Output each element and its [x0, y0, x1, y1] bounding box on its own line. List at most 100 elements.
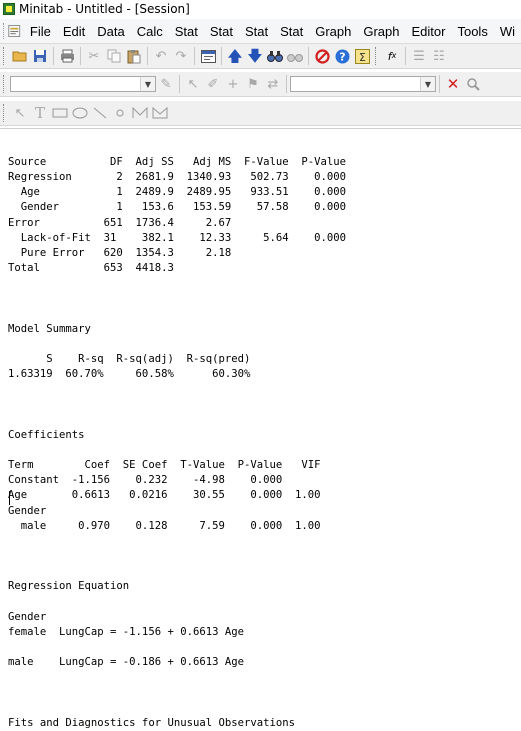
menu-stat-4[interactable]: Stat [274, 24, 309, 39]
menu-editor[interactable]: Editor [406, 24, 452, 39]
session-output: Source DF Adj SS Adj MS F-Value P-Value … [8, 155, 346, 731]
ellipse-tool-icon[interactable] [70, 103, 90, 123]
line-tool-icon[interactable] [90, 103, 110, 123]
svg-text:?: ? [339, 50, 345, 63]
svg-text:Σ: Σ [359, 51, 366, 64]
session-window-icon[interactable] [198, 46, 218, 66]
anova-row: Pure Error 620 1354.3 2.18 [8, 246, 232, 259]
menu-tools[interactable]: Tools [451, 24, 493, 39]
standard-toolbar: ✂ ↶ ↷ 🡅 🡇 ? Σ fx ☰ ☷ [0, 44, 521, 69]
delete-icon[interactable]: ✕ [443, 74, 463, 94]
redo-icon[interactable]: ↷ [171, 46, 191, 66]
toolbar-separator [308, 47, 309, 65]
find-icon[interactable] [265, 46, 285, 66]
session-window[interactable]: Source DF Adj SS Adj MS F-Value P-Value … [0, 128, 521, 729]
coefficients-title: Coefficients [8, 428, 85, 441]
tree2-icon[interactable]: ☷ [429, 46, 449, 66]
regression-equation-male: male LungCap = -0.186 + 0.6613 Age [8, 656, 244, 669]
minitab-app-icon [3, 3, 15, 15]
model-summary-header: S R-sq R-sq(adj) R-sq(pred) [8, 353, 251, 366]
sigma-icon[interactable]: Σ [352, 46, 372, 66]
toolbar-separator [194, 47, 195, 65]
coefficients-row: Constant -1.156 0.232 -4.98 0.000 [8, 474, 283, 487]
zoom-icon[interactable] [463, 74, 483, 94]
menu-graph[interactable]: Graph [309, 24, 357, 39]
fits-diagnostics-title: Fits and Diagnostics for Unusual Observa… [8, 716, 296, 729]
menu-graph-2[interactable]: Graph [357, 24, 405, 39]
toolbar-separator [53, 47, 54, 65]
select-tool-icon[interactable]: ↖ [10, 103, 30, 123]
cancel-icon[interactable] [312, 46, 332, 66]
coefficients-row: male 0.970 0.128 7.59 0.000 1.00 [8, 519, 321, 532]
menu-stat-3[interactable]: Stat [239, 24, 274, 39]
anova-row: Total 653 4418.3 [8, 262, 174, 275]
arrow-down-icon[interactable]: 🡇 [245, 46, 265, 66]
menu-stat-2[interactable]: Stat [204, 24, 239, 39]
regression-equation-female: female LungCap = -1.156 + 0.6613 Age [8, 625, 244, 638]
text-cursor [9, 491, 10, 505]
open-folder-icon[interactable] [10, 46, 30, 66]
undo-icon[interactable]: ↶ [151, 46, 171, 66]
paste-icon[interactable] [124, 46, 144, 66]
arrow-up-icon[interactable]: 🡅 [225, 46, 245, 66]
toolbar-separator [147, 47, 148, 65]
toolbar-separator [286, 75, 287, 93]
menu-file[interactable]: File [24, 24, 57, 39]
toolbar-grip [3, 75, 7, 93]
text-tool-icon[interactable]: T [30, 103, 50, 123]
polygon-tool-icon[interactable] [150, 103, 170, 123]
toolbar-grip [3, 47, 7, 65]
find-next-icon[interactable] [285, 46, 305, 66]
menu-calc[interactable]: Calc [131, 24, 169, 39]
marker-tool-icon[interactable] [110, 103, 130, 123]
coefficients-header: Term Coef SE Coef T-Value P-Value VIF [8, 459, 321, 472]
flag-icon[interactable]: ⚑ [243, 74, 263, 94]
menu-window[interactable]: Wi [494, 24, 521, 39]
regression-equation-title: Regression Equation [8, 580, 130, 593]
session-document-icon[interactable] [8, 23, 21, 39]
pointer-icon[interactable]: ↖ [183, 74, 203, 94]
column-combo[interactable]: ▼ [290, 76, 436, 92]
worksheet-combo[interactable]: ▼ [10, 76, 156, 92]
menu-bar: File Edit Data Calc Stat Stat Stat Stat … [0, 19, 521, 44]
menu-stat[interactable]: Stat [169, 24, 204, 39]
toolbar-separator [80, 47, 81, 65]
save-icon[interactable] [30, 46, 50, 66]
regression-group-label: Gender [8, 610, 47, 623]
worksheet-toolbar: ▼ ✎ ↖ ✐ + ⚑ ⇄ ▼ ✕ [0, 72, 521, 97]
menu-grip [3, 23, 6, 39]
brush-icon[interactable]: ✎ [156, 74, 176, 94]
anova-header: Source DF Adj SS Adj MS F-Value P-Value [8, 156, 347, 168]
polyline-tool-icon[interactable] [130, 103, 150, 123]
title-bar: Minitab - Untitled - [Session] [0, 0, 521, 18]
model-summary-row: 1.63319 60.70% 60.58% 60.30% [8, 368, 251, 381]
coefficients-row: Gender [8, 504, 47, 517]
model-summary-title: Model Summary [8, 322, 91, 335]
chevron-down-icon[interactable]: ▼ [420, 77, 435, 91]
toolbar-separator [405, 47, 406, 65]
anova-row: Error 651 1736.4 2.67 [8, 216, 232, 229]
menu-data[interactable]: Data [91, 24, 130, 39]
help-icon[interactable]: ? [332, 46, 352, 66]
anova-row: Gender 1 153.6 153.59 57.58 0.000 [8, 201, 347, 214]
fx-icon[interactable]: fx [382, 46, 402, 66]
graph-annotation-toolbar: ↖ T [0, 101, 521, 126]
pen-icon[interactable]: ✐ [203, 74, 223, 94]
toolbar-separator [179, 75, 180, 93]
print-icon[interactable] [57, 46, 77, 66]
cut-icon[interactable]: ✂ [84, 46, 104, 66]
crosshair-icon[interactable]: + [223, 74, 243, 94]
tree-icon[interactable]: ☰ [409, 46, 429, 66]
window-title: Minitab - Untitled - [Session] [19, 2, 190, 16]
rectangle-tool-icon[interactable] [50, 103, 70, 123]
anova-row: Lack-of-Fit 31 382.1 12.33 5.64 0.000 [8, 231, 347, 244]
toolbar-grip [375, 47, 379, 65]
chevron-down-icon[interactable]: ▼ [140, 77, 155, 91]
anova-row: Age 1 2489.9 2489.95 933.51 0.000 [8, 186, 347, 199]
anova-row: Regression 2 2681.9 1340.93 502.73 0.000 [8, 171, 347, 184]
copy-icon[interactable] [104, 46, 124, 66]
menu-edit[interactable]: Edit [57, 24, 91, 39]
toolbar-separator [221, 47, 222, 65]
swap-icon[interactable]: ⇄ [263, 74, 283, 94]
coefficients-row: Age 0.6613 0.0216 30.55 0.000 1.00 [8, 489, 321, 502]
